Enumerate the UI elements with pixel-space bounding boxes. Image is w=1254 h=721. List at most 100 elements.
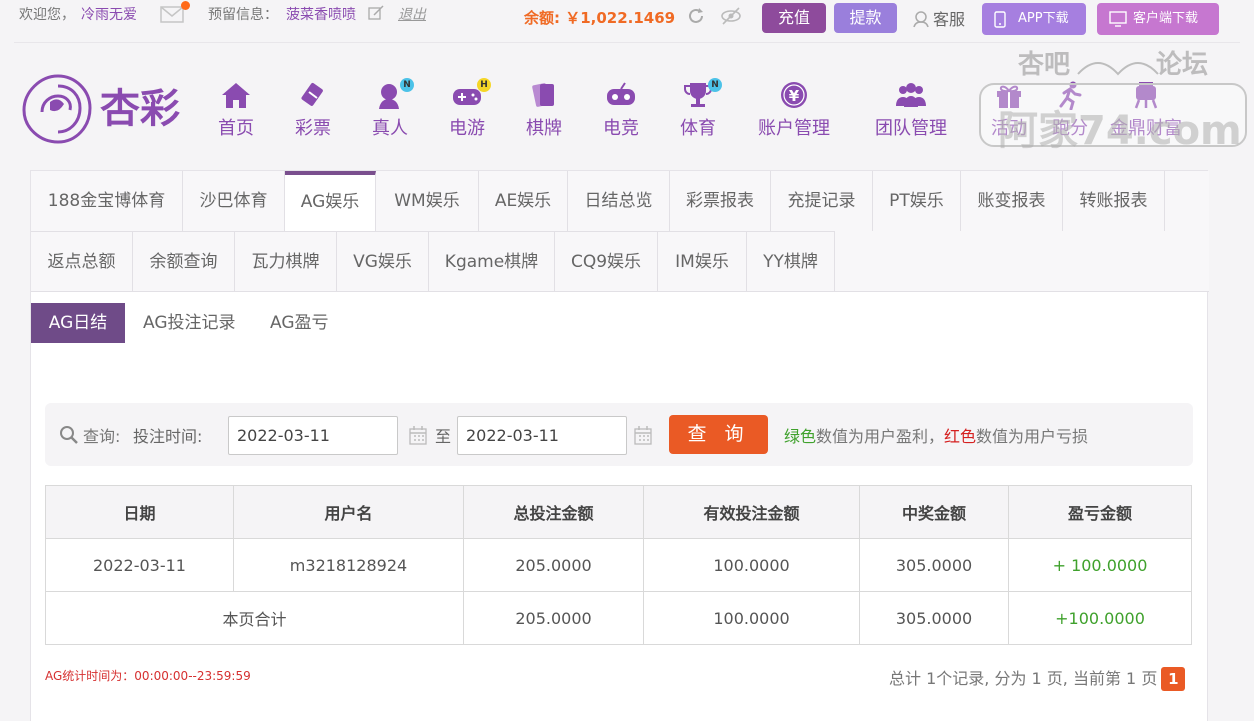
customer-service-link[interactable]: 客服: [912, 6, 965, 30]
end-date-input[interactable]: [457, 416, 627, 455]
tab-yy-chess[interactable]: YY棋牌: [747, 231, 835, 291]
subtab-ag-daily[interactable]: AG日结: [31, 303, 125, 343]
site-logo[interactable]: 杏彩: [20, 72, 202, 148]
search-icon: [60, 426, 78, 444]
nav-live[interactable]: N 真人: [366, 78, 414, 140]
tab-account-change[interactable]: 账变报表: [961, 171, 1063, 231]
tab-vg[interactable]: VG娱乐: [337, 231, 429, 291]
cell-page-total-label: 本页合计: [45, 591, 464, 645]
nav-label: 团队管理: [875, 118, 947, 139]
stat-time-note: AG统计时间为：00:00:00--23:59:59: [45, 669, 251, 683]
cell-date: 2022-03-11: [45, 538, 234, 592]
table-header-row: 日期 用户名 总投注金额 有效投注金额 中奖金额 盈亏金额: [45, 485, 1192, 539]
edit-icon[interactable]: [368, 5, 384, 21]
nav-home[interactable]: 首页: [212, 80, 260, 140]
withdraw-button[interactable]: 提款: [834, 3, 897, 33]
gamepad-icon-wrap: H: [451, 78, 491, 110]
app-download-label: APP下载: [1018, 11, 1069, 26]
tab-transfer-report[interactable]: 转账报表: [1063, 171, 1165, 231]
watermark-line2: 论坛: [1156, 50, 1209, 80]
nav-account[interactable]: ¥ 账户管理: [753, 80, 835, 140]
table-row: 2022-03-11 m3218128924 205.0000 100.0000…: [45, 538, 1192, 592]
tab-balance-query[interactable]: 余额查询: [133, 231, 235, 291]
legend-red: 红色: [944, 427, 977, 446]
unread-dot: [181, 1, 190, 10]
username-link[interactable]: 冷雨无爱: [81, 5, 137, 25]
nav-label: 电竞: [603, 118, 639, 139]
refresh-icon[interactable]: [686, 6, 706, 26]
lottery-icon: [301, 83, 323, 106]
mail-icon[interactable]: [160, 5, 184, 23]
col-date: 日期: [45, 485, 234, 539]
nav-team[interactable]: 团队管理: [870, 80, 952, 140]
tab-daily-overview[interactable]: 日结总览: [568, 171, 670, 231]
tab-188-sports[interactable]: 188金宝博体育: [31, 171, 183, 231]
cell-username: m3218128924: [233, 538, 464, 592]
nav-label: 彩票: [295, 118, 331, 139]
monitor-icon: [1109, 11, 1127, 27]
reserve-value: 菠菜香喷喷: [286, 7, 356, 23]
nav-slots[interactable]: H 电游: [443, 78, 491, 140]
tab-im[interactable]: IM娱乐: [658, 231, 747, 291]
customer-service-label: 客服: [933, 10, 966, 29]
page-button-current[interactable]: 1: [1161, 667, 1186, 691]
tab-saba-sports[interactable]: 沙巴体育: [183, 171, 285, 231]
subtab-ag-profit[interactable]: AG盈亏: [270, 303, 329, 343]
nav-lottery[interactable]: 彩票: [289, 80, 337, 140]
balance-text: 余额: ￥1,022.1469: [524, 9, 676, 27]
logout-link[interactable]: 退出: [398, 4, 426, 24]
col-win-amount: 中奖金额: [859, 485, 1009, 539]
customer-service-icon: [913, 11, 929, 28]
calendar-icon[interactable]: [409, 425, 427, 445]
nav-esports[interactable]: 电竞: [597, 80, 645, 140]
nav-sports[interactable]: N 体育: [674, 78, 722, 140]
tab-ae[interactable]: AE娱乐: [479, 171, 568, 231]
table-total-row: 本页合计 205.0000 100.0000 305.0000 +100.000…: [45, 591, 1192, 645]
hot-badge: H: [477, 78, 491, 92]
tab-pt[interactable]: PT娱乐: [873, 171, 961, 231]
cell-valid-bet-sum: 100.0000: [643, 591, 860, 645]
svg-text:杏彩: 杏彩: [100, 86, 180, 132]
cell-profit-sum: +100.0000: [1008, 591, 1192, 645]
client-download-button[interactable]: 客户端下载: [1097, 3, 1219, 35]
col-valid-bet: 有效投注金额: [643, 485, 860, 539]
query-button[interactable]: 查 询: [669, 415, 768, 454]
phone-icon: [994, 11, 1006, 28]
cards-icon: [532, 83, 554, 107]
subtab-ag-bets[interactable]: AG投注记录: [143, 303, 236, 343]
legend-mid: 数值为用户盈利，: [816, 427, 945, 446]
col-username: 用户名: [233, 485, 464, 539]
tab-deposit-withdraw[interactable]: 充提记录: [771, 171, 873, 231]
charge-button[interactable]: 充值: [762, 3, 826, 33]
watermark-line3: 阿家74.com: [998, 108, 1242, 154]
new-badge: N: [708, 78, 722, 92]
trophy-icon-wrap: N: [682, 78, 722, 110]
tab-rebate-total[interactable]: 返点总额: [31, 231, 133, 291]
calendar-icon[interactable]: [634, 425, 652, 445]
yen-icon: ¥: [781, 82, 807, 108]
topbar-divider: [14, 42, 1240, 43]
col-profit: 盈亏金额: [1008, 485, 1192, 539]
esports-icon: [607, 82, 635, 105]
app-download-button[interactable]: APP下载: [982, 3, 1086, 35]
nav-label: 体育: [680, 118, 716, 139]
tab-lottery-report[interactable]: 彩票报表: [670, 171, 771, 231]
tab-cq9[interactable]: CQ9娱乐: [555, 231, 658, 291]
tab-kgame[interactable]: Kgame棋牌: [429, 231, 555, 291]
watermark-line1: 杏吧: [1018, 50, 1071, 80]
hide-balance-icon[interactable]: [720, 6, 742, 26]
nav-label: 棋牌: [526, 118, 562, 139]
nav-label: 电游: [449, 118, 485, 139]
new-badge: N: [400, 78, 414, 92]
nav-chess[interactable]: 棋牌: [520, 80, 568, 140]
tab-wm[interactable]: WM娱乐: [376, 171, 479, 231]
result-table: 日期 用户名 总投注金额 有效投注金额 中奖金额 盈亏金额 2022-03-11…: [45, 485, 1192, 645]
welcome-text: 欢迎您，: [19, 7, 75, 23]
tab-wali-chess[interactable]: 瓦力棋牌: [235, 231, 337, 291]
nav-label: 真人: [372, 118, 408, 139]
report-tabs: 188金宝博体育 沙巴体育 AG娱乐 WM娱乐 AE娱乐 日结总览 彩票报表 充…: [31, 171, 1209, 292]
start-date-input[interactable]: [228, 416, 398, 455]
top-bar: 欢迎您， 冷雨无爱 预留信息： 菠菜香喷喷 退出 余额: ￥1,022.1469…: [0, 0, 1254, 36]
to-label: 至: [435, 427, 452, 446]
tab-ag[interactable]: AG娱乐: [285, 171, 376, 232]
